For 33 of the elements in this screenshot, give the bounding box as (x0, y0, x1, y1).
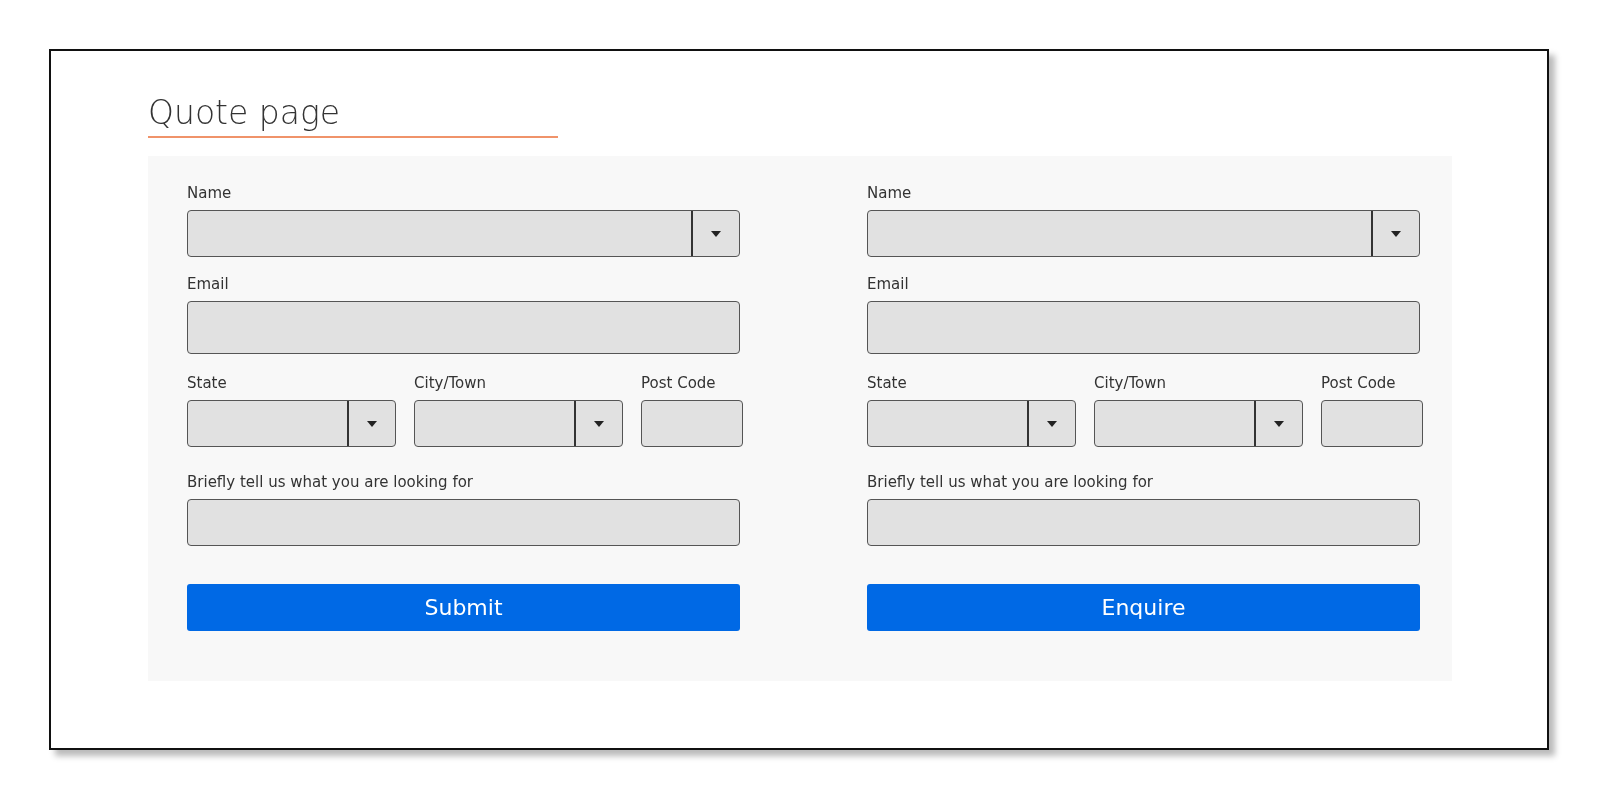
input-field[interactable] (187, 499, 740, 546)
input-field[interactable] (1321, 400, 1423, 447)
field-label: Name (867, 184, 913, 202)
dropdown[interactable] (867, 210, 1420, 257)
field-label: Email (187, 275, 230, 293)
caret-icon (1274, 420, 1284, 427)
field-label: Email (867, 275, 910, 293)
input-field[interactable] (187, 301, 740, 354)
field-label: State (867, 374, 908, 392)
field-label: Briefly tell us what you are looking for (187, 473, 475, 491)
input-field[interactable] (867, 499, 1420, 546)
caret-icon (1391, 230, 1401, 237)
field-label: City/Town (414, 374, 488, 392)
dropdown[interactable] (414, 400, 623, 447)
dropdown[interactable] (187, 400, 396, 447)
submit-button[interactable]: Enquire (867, 584, 1420, 631)
field-label: City/Town (1094, 374, 1168, 392)
field-label: Name (187, 184, 233, 202)
caret-icon (594, 420, 604, 427)
field-label: Post Code (1321, 374, 1397, 392)
field-label: Briefly tell us what you are looking for (867, 473, 1155, 491)
dropdown[interactable] (187, 210, 740, 257)
field-label: Post Code (641, 374, 717, 392)
dropdown[interactable] (867, 400, 1076, 447)
submit-button[interactable]: Submit (187, 584, 740, 631)
caret-icon (367, 420, 377, 427)
page-title: Quote page (148, 93, 558, 138)
caret-icon (711, 230, 721, 237)
caret-icon (1047, 420, 1057, 427)
input-field[interactable] (641, 400, 743, 447)
field-label: State (187, 374, 228, 392)
input-field[interactable] (867, 301, 1420, 354)
dropdown[interactable] (1094, 400, 1303, 447)
